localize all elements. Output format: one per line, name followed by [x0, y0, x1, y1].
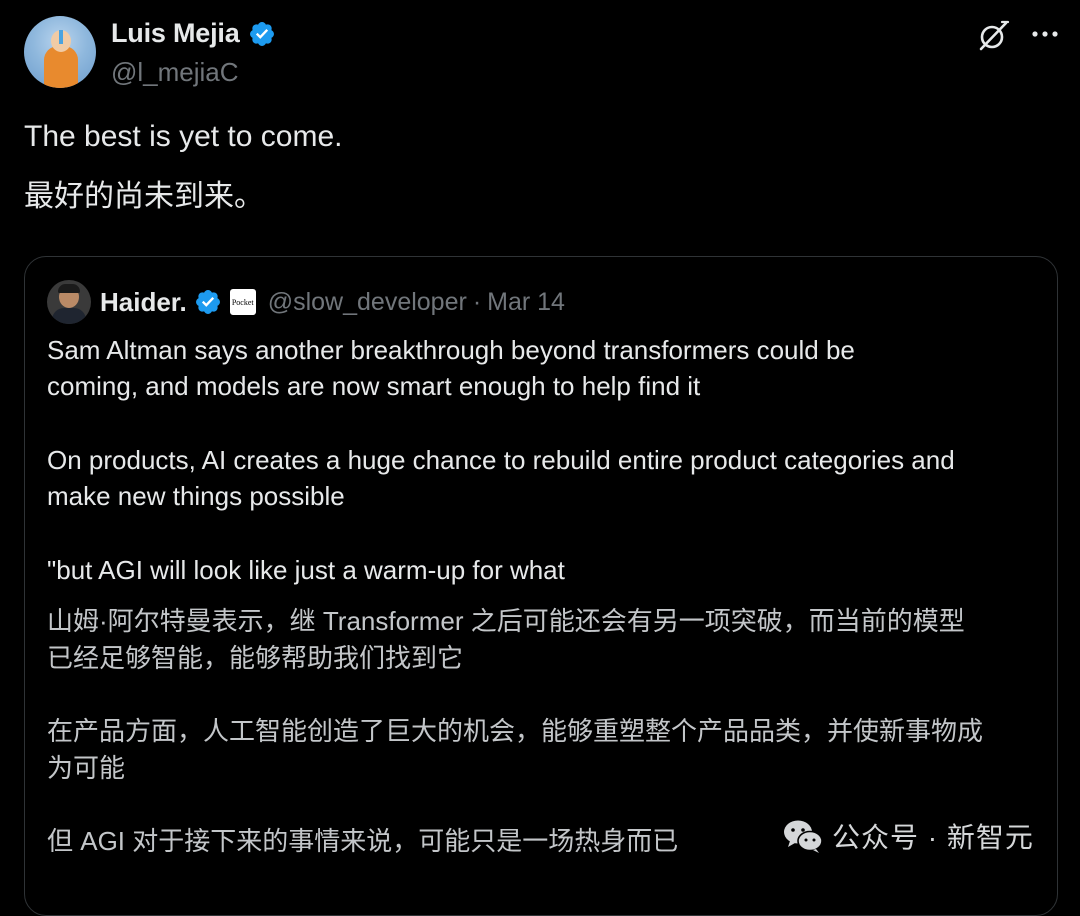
quoted-avatar-suit [52, 308, 86, 324]
verified-badge-icon [195, 290, 220, 314]
watermark-text: 公众号 · 新智元 [832, 822, 1034, 853]
quoted-author-avatar[interactable] [47, 280, 91, 324]
quoted-text-line: On products, AI creates a huge chance to… [47, 445, 955, 475]
quoted-text-line: coming, and models are now smart enough … [47, 371, 701, 401]
quoted-text-line: "but AGI will look like just a warm-up f… [47, 555, 565, 585]
quoted-text-line: Sam Altman says another breakthrough bey… [47, 335, 855, 365]
wechat-icon [784, 820, 823, 853]
quoted-translation-line: 在产品方面，人工智能创造了巨大的机会，能够重塑整个产品品类，并使新事物成 [47, 716, 984, 746]
avatar-figure-mark [59, 30, 63, 44]
tweet-header: Luis Mejia @l_mejiaC [24, 16, 1058, 92]
quoted-translation-line: 已经足够智能，能够帮助我们找到它 [47, 643, 464, 673]
quoted-separator: · [472, 287, 482, 316]
quoted-tweet-header: Haider. Pocket @slow_developer · Mar 14 [47, 279, 565, 325]
affiliate-badge-icon: Pocket [229, 289, 256, 315]
author-avatar[interactable] [24, 16, 96, 88]
author-display-name[interactable]: Luis Mejia [111, 18, 240, 49]
quoted-date[interactable]: Mar 14 [487, 288, 565, 317]
quoted-translation-line: 山姆·阿尔特曼表示，继 Transformer 之后可能还会有另一项突破，而当前… [47, 606, 965, 636]
quoted-author-name[interactable]: Haider. [100, 287, 187, 318]
author-handle[interactable]: @l_mejiaC [111, 57, 239, 88]
verified-badge-icon [249, 21, 274, 46]
quoted-translation-line: 为可能 [47, 753, 126, 783]
tweet-translation: 最好的尚未到来。 [24, 180, 264, 213]
quoted-text-line: make new things possible [47, 481, 345, 511]
quoted-translation-line: 但 AGI 对于接下来的事情来说，可能只是一场热身而已 [47, 826, 679, 856]
wechat-watermark: 公众号 · 新智元 [782, 814, 1034, 858]
author-name-row: Luis Mejia [111, 18, 276, 49]
quoted-avatar-hair [58, 284, 80, 293]
quoted-author-handle[interactable]: @slow_developer [268, 288, 467, 317]
grok-icon[interactable] [975, 18, 1011, 54]
avatar-figure-body [44, 46, 78, 88]
more-options-icon[interactable] [1030, 24, 1060, 44]
tweet-text: The best is yet to come. [24, 120, 343, 153]
